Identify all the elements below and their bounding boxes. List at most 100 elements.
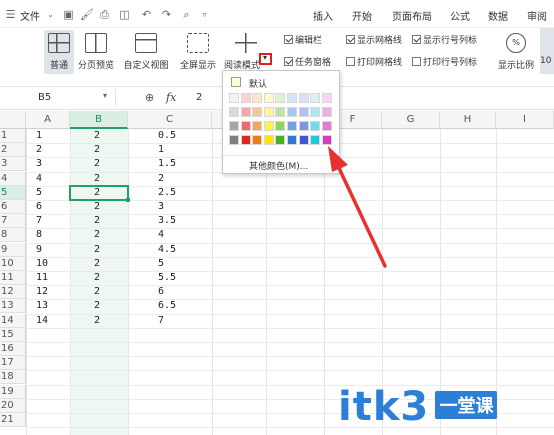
- checkbox[interactable]: [346, 35, 355, 44]
- color-swatch[interactable]: [298, 93, 309, 103]
- normal-view-button[interactable]: 普通: [44, 30, 74, 74]
- check-print-gridlines[interactable]: 打印网格线: [346, 55, 402, 68]
- tab-home[interactable]: 开始: [352, 8, 372, 23]
- table-cell[interactable]: 5.5: [158, 271, 176, 285]
- full-screen-button[interactable]: 全屏显示: [176, 30, 220, 71]
- color-swatch[interactable]: [263, 121, 274, 131]
- color-swatch[interactable]: [263, 107, 274, 117]
- fx-icon[interactable]: fx: [166, 91, 176, 104]
- column-header-a[interactable]: A: [26, 111, 70, 129]
- color-swatch[interactable]: [310, 107, 321, 117]
- color-swatch[interactable]: [240, 135, 251, 145]
- table-cell[interactable]: 3.5: [158, 214, 176, 228]
- color-swatch[interactable]: [252, 135, 263, 145]
- color-swatch[interactable]: [275, 121, 286, 131]
- tab-review[interactable]: 审阅: [527, 8, 547, 23]
- redo-icon[interactable]: ↷: [160, 8, 173, 21]
- zoom-button[interactable]: % 显示比例: [496, 30, 536, 71]
- more-colors-option[interactable]: 其他颜色(M)...: [223, 155, 339, 172]
- column-header-b[interactable]: B: [70, 111, 128, 129]
- table-cell[interactable]: 3: [36, 157, 42, 171]
- table-cell[interactable]: 3: [158, 200, 164, 214]
- table-cell[interactable]: 4: [158, 228, 164, 242]
- row-header[interactable]: 2: [0, 143, 26, 158]
- row-header[interactable]: 17: [0, 356, 26, 371]
- table-cell[interactable]: 2: [94, 129, 100, 143]
- table-cell[interactable]: 14: [36, 314, 48, 328]
- color-swatch[interactable]: [321, 135, 332, 145]
- color-swatch[interactable]: [252, 93, 263, 103]
- row-header[interactable]: 14: [0, 313, 26, 328]
- table-cell[interactable]: 2: [94, 143, 100, 157]
- tab-insert[interactable]: 插入: [313, 8, 333, 23]
- table-cell[interactable]: 5: [158, 257, 164, 271]
- row-header[interactable]: 9: [0, 242, 26, 257]
- table-cell[interactable]: 6: [36, 200, 42, 214]
- table-cell[interactable]: 5: [36, 186, 42, 200]
- print-preview-icon[interactable]: ◫: [118, 8, 131, 21]
- table-cell[interactable]: 2: [94, 157, 100, 171]
- table-cell[interactable]: 4.5: [158, 243, 176, 257]
- row-header[interactable]: 15: [0, 327, 26, 342]
- table-cell[interactable]: 1.5: [158, 157, 176, 171]
- color-swatch[interactable]: [298, 135, 309, 145]
- row-header[interactable]: 13: [0, 299, 26, 314]
- tab-page-layout[interactable]: 页面布局: [392, 8, 432, 23]
- color-swatch[interactable]: [321, 93, 332, 103]
- chevron-down-icon[interactable]: ▾: [103, 91, 107, 100]
- find-icon[interactable]: ⌕: [180, 8, 193, 21]
- table-cell[interactable]: 2: [94, 228, 100, 242]
- row-header[interactable]: 6: [0, 200, 26, 214]
- table-cell[interactable]: 2: [94, 285, 100, 299]
- color-swatch[interactable]: [298, 121, 309, 131]
- color-swatch[interactable]: [275, 107, 286, 117]
- checkbox[interactable]: [346, 57, 355, 66]
- color-swatch[interactable]: [287, 121, 297, 131]
- check-formula-bar[interactable]: 编辑栏: [284, 33, 322, 46]
- table-cell[interactable]: 2: [94, 299, 100, 313]
- table-cell[interactable]: 9: [36, 243, 42, 257]
- column-header-c[interactable]: C: [128, 111, 212, 129]
- name-box[interactable]: B5 ▾: [0, 89, 116, 107]
- color-swatch[interactable]: [229, 121, 239, 131]
- color-swatch[interactable]: [321, 107, 332, 117]
- color-swatch[interactable]: [240, 93, 251, 103]
- file-menu[interactable]: 文件: [20, 8, 40, 23]
- color-swatch[interactable]: [240, 107, 251, 117]
- color-swatch[interactable]: [229, 93, 239, 103]
- table-cell[interactable]: 6: [158, 285, 164, 299]
- tab-formulas[interactable]: 公式: [450, 8, 470, 23]
- row-header[interactable]: 8: [0, 228, 26, 243]
- color-swatch[interactable]: [310, 135, 321, 145]
- color-swatch[interactable]: [287, 93, 297, 103]
- active-cell[interactable]: [69, 185, 129, 201]
- color-swatch[interactable]: [298, 107, 309, 117]
- row-header[interactable]: 21: [0, 413, 26, 427]
- color-swatch[interactable]: [252, 107, 263, 117]
- print-icon[interactable]: ⎙: [98, 8, 111, 21]
- check-task-pane[interactable]: 任务窗格: [284, 55, 331, 68]
- zoom-search-icon[interactable]: ⊕: [145, 91, 154, 104]
- menu-icon[interactable]: ☰: [4, 8, 17, 21]
- table-cell[interactable]: 6.5: [158, 299, 176, 313]
- checkbox[interactable]: [412, 57, 421, 66]
- table-cell[interactable]: 2: [94, 172, 100, 186]
- page-break-preview-button[interactable]: 分页预览: [74, 30, 118, 71]
- corner-select-all[interactable]: [0, 111, 26, 129]
- reading-mode-dropdown-button[interactable]: ▾: [259, 53, 272, 65]
- column-header-h[interactable]: H: [440, 111, 496, 129]
- color-swatch[interactable]: [252, 121, 263, 131]
- color-swatch[interactable]: [275, 135, 286, 145]
- format-painter-icon[interactable]: 🖌: [80, 8, 94, 21]
- color-swatch[interactable]: [263, 135, 274, 145]
- zoom-value-box[interactable]: 10: [540, 28, 554, 74]
- table-cell[interactable]: 7: [36, 214, 42, 228]
- table-cell[interactable]: 4: [36, 172, 42, 186]
- table-cell[interactable]: 2: [94, 243, 100, 257]
- row-header[interactable]: 1: [0, 129, 26, 143]
- row-header[interactable]: 20: [0, 398, 26, 413]
- row-header[interactable]: 12: [0, 285, 26, 300]
- table-cell[interactable]: 2: [94, 314, 100, 328]
- row-header[interactable]: 3: [0, 157, 26, 172]
- row-header[interactable]: 10: [0, 256, 26, 271]
